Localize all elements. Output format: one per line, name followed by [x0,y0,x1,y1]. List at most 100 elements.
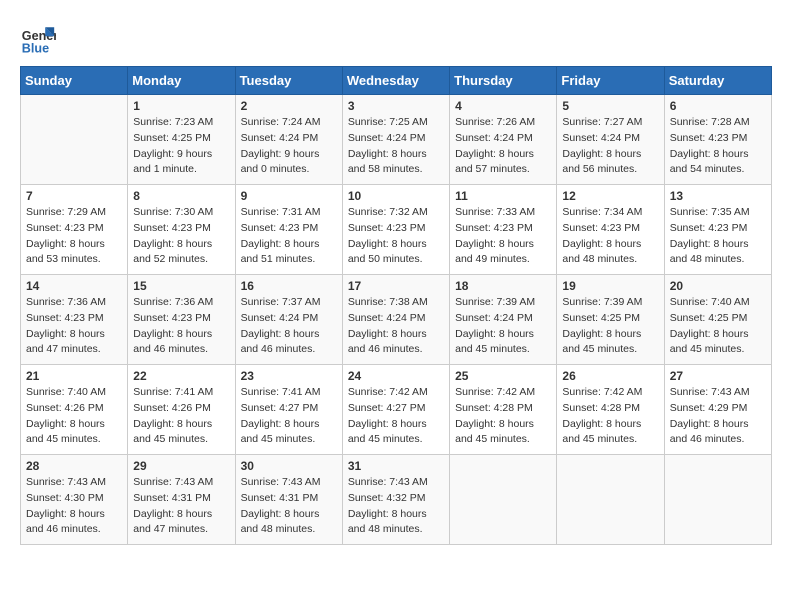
calendar-week-row: 1 Sunrise: 7:23 AMSunset: 4:25 PMDayligh… [21,95,772,185]
calendar-week-row: 14 Sunrise: 7:36 AMSunset: 4:23 PMDaylig… [21,275,772,365]
day-info: Sunrise: 7:43 AMSunset: 4:31 PMDaylight:… [133,475,229,538]
calendar-cell [664,455,771,545]
col-header-thursday: Thursday [450,67,557,95]
calendar-week-row: 21 Sunrise: 7:40 AMSunset: 4:26 PMDaylig… [21,365,772,455]
day-info: Sunrise: 7:42 AMSunset: 4:27 PMDaylight:… [348,385,444,448]
day-info: Sunrise: 7:41 AMSunset: 4:26 PMDaylight:… [133,385,229,448]
day-info: Sunrise: 7:23 AMSunset: 4:25 PMDaylight:… [133,115,229,178]
col-header-wednesday: Wednesday [342,67,449,95]
day-number: 4 [455,99,551,113]
day-number: 30 [241,459,337,473]
calendar-cell: 26 Sunrise: 7:42 AMSunset: 4:28 PMDaylig… [557,365,664,455]
day-info: Sunrise: 7:36 AMSunset: 4:23 PMDaylight:… [133,295,229,358]
calendar-cell: 7 Sunrise: 7:29 AMSunset: 4:23 PMDayligh… [21,185,128,275]
day-info: Sunrise: 7:43 AMSunset: 4:29 PMDaylight:… [670,385,766,448]
calendar-cell: 25 Sunrise: 7:42 AMSunset: 4:28 PMDaylig… [450,365,557,455]
day-number: 12 [562,189,658,203]
day-number: 29 [133,459,229,473]
calendar-cell: 12 Sunrise: 7:34 AMSunset: 4:23 PMDaylig… [557,185,664,275]
day-number: 2 [241,99,337,113]
calendar-cell: 13 Sunrise: 7:35 AMSunset: 4:23 PMDaylig… [664,185,771,275]
day-number: 5 [562,99,658,113]
day-number: 28 [26,459,122,473]
day-number: 10 [348,189,444,203]
day-number: 16 [241,279,337,293]
day-info: Sunrise: 7:29 AMSunset: 4:23 PMDaylight:… [26,205,122,268]
calendar-cell: 6 Sunrise: 7:28 AMSunset: 4:23 PMDayligh… [664,95,771,185]
day-info: Sunrise: 7:43 AMSunset: 4:30 PMDaylight:… [26,475,122,538]
day-number: 9 [241,189,337,203]
calendar-cell: 31 Sunrise: 7:43 AMSunset: 4:32 PMDaylig… [342,455,449,545]
col-header-tuesday: Tuesday [235,67,342,95]
day-number: 14 [26,279,122,293]
day-info: Sunrise: 7:37 AMSunset: 4:24 PMDaylight:… [241,295,337,358]
calendar-week-row: 28 Sunrise: 7:43 AMSunset: 4:30 PMDaylig… [21,455,772,545]
day-number: 17 [348,279,444,293]
calendar-cell: 21 Sunrise: 7:40 AMSunset: 4:26 PMDaylig… [21,365,128,455]
logo: General Blue [20,20,56,56]
day-number: 3 [348,99,444,113]
col-header-saturday: Saturday [664,67,771,95]
day-number: 15 [133,279,229,293]
calendar-cell [557,455,664,545]
calendar-cell: 29 Sunrise: 7:43 AMSunset: 4:31 PMDaylig… [128,455,235,545]
day-info: Sunrise: 7:28 AMSunset: 4:23 PMDaylight:… [670,115,766,178]
col-header-friday: Friday [557,67,664,95]
calendar-week-row: 7 Sunrise: 7:29 AMSunset: 4:23 PMDayligh… [21,185,772,275]
day-number: 7 [26,189,122,203]
day-number: 31 [348,459,444,473]
day-number: 21 [26,369,122,383]
day-info: Sunrise: 7:43 AMSunset: 4:32 PMDaylight:… [348,475,444,538]
day-info: Sunrise: 7:34 AMSunset: 4:23 PMDaylight:… [562,205,658,268]
calendar-cell: 19 Sunrise: 7:39 AMSunset: 4:25 PMDaylig… [557,275,664,365]
calendar-cell [21,95,128,185]
calendar-cell: 30 Sunrise: 7:43 AMSunset: 4:31 PMDaylig… [235,455,342,545]
calendar-cell: 28 Sunrise: 7:43 AMSunset: 4:30 PMDaylig… [21,455,128,545]
day-number: 26 [562,369,658,383]
calendar-cell: 3 Sunrise: 7:25 AMSunset: 4:24 PMDayligh… [342,95,449,185]
day-number: 22 [133,369,229,383]
day-number: 19 [562,279,658,293]
day-info: Sunrise: 7:26 AMSunset: 4:24 PMDaylight:… [455,115,551,178]
calendar-cell: 1 Sunrise: 7:23 AMSunset: 4:25 PMDayligh… [128,95,235,185]
day-number: 8 [133,189,229,203]
day-info: Sunrise: 7:42 AMSunset: 4:28 PMDaylight:… [455,385,551,448]
calendar-cell [450,455,557,545]
day-number: 23 [241,369,337,383]
day-info: Sunrise: 7:41 AMSunset: 4:27 PMDaylight:… [241,385,337,448]
calendar-cell: 23 Sunrise: 7:41 AMSunset: 4:27 PMDaylig… [235,365,342,455]
day-info: Sunrise: 7:31 AMSunset: 4:23 PMDaylight:… [241,205,337,268]
day-number: 18 [455,279,551,293]
day-number: 13 [670,189,766,203]
calendar-cell: 5 Sunrise: 7:27 AMSunset: 4:24 PMDayligh… [557,95,664,185]
day-info: Sunrise: 7:39 AMSunset: 4:25 PMDaylight:… [562,295,658,358]
day-number: 25 [455,369,551,383]
day-info: Sunrise: 7:40 AMSunset: 4:25 PMDaylight:… [670,295,766,358]
calendar-cell: 22 Sunrise: 7:41 AMSunset: 4:26 PMDaylig… [128,365,235,455]
day-info: Sunrise: 7:43 AMSunset: 4:31 PMDaylight:… [241,475,337,538]
calendar-cell: 10 Sunrise: 7:32 AMSunset: 4:23 PMDaylig… [342,185,449,275]
calendar-cell: 4 Sunrise: 7:26 AMSunset: 4:24 PMDayligh… [450,95,557,185]
col-header-monday: Monday [128,67,235,95]
day-info: Sunrise: 7:25 AMSunset: 4:24 PMDaylight:… [348,115,444,178]
calendar-table: SundayMondayTuesdayWednesdayThursdayFrid… [20,66,772,545]
col-header-sunday: Sunday [21,67,128,95]
svg-text:Blue: Blue [22,41,49,55]
day-info: Sunrise: 7:42 AMSunset: 4:28 PMDaylight:… [562,385,658,448]
day-info: Sunrise: 7:38 AMSunset: 4:24 PMDaylight:… [348,295,444,358]
day-info: Sunrise: 7:27 AMSunset: 4:24 PMDaylight:… [562,115,658,178]
calendar-cell: 20 Sunrise: 7:40 AMSunset: 4:25 PMDaylig… [664,275,771,365]
day-info: Sunrise: 7:40 AMSunset: 4:26 PMDaylight:… [26,385,122,448]
calendar-cell: 16 Sunrise: 7:37 AMSunset: 4:24 PMDaylig… [235,275,342,365]
calendar-cell: 14 Sunrise: 7:36 AMSunset: 4:23 PMDaylig… [21,275,128,365]
day-number: 11 [455,189,551,203]
day-number: 24 [348,369,444,383]
logo-icon: General Blue [20,20,56,56]
day-number: 20 [670,279,766,293]
day-info: Sunrise: 7:36 AMSunset: 4:23 PMDaylight:… [26,295,122,358]
day-info: Sunrise: 7:24 AMSunset: 4:24 PMDaylight:… [241,115,337,178]
day-number: 6 [670,99,766,113]
day-info: Sunrise: 7:35 AMSunset: 4:23 PMDaylight:… [670,205,766,268]
day-info: Sunrise: 7:33 AMSunset: 4:23 PMDaylight:… [455,205,551,268]
day-number: 1 [133,99,229,113]
